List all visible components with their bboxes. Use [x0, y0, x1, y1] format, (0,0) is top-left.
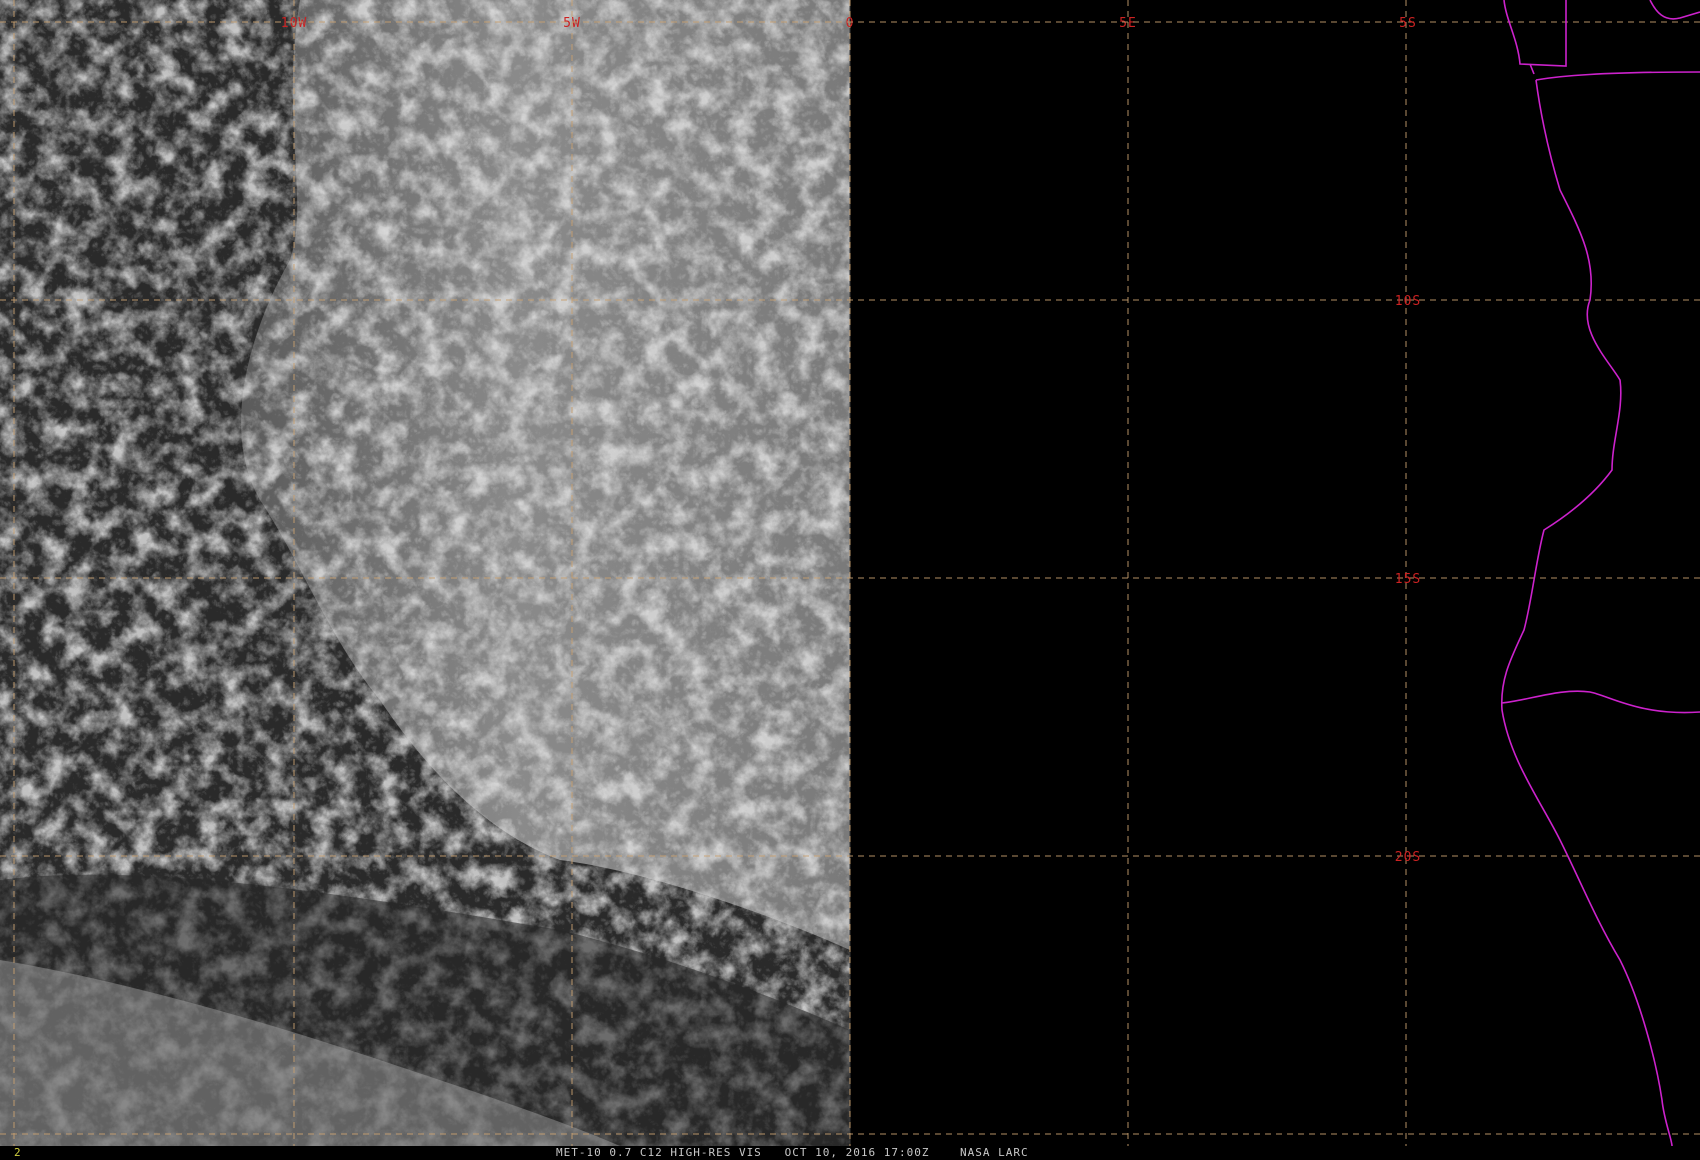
latitude-label: 20S [1395, 850, 1421, 865]
border-congo-drc [1503, 0, 1567, 67]
frame-number: 2 [14, 1146, 21, 1159]
latitude-label: 10S [1395, 294, 1421, 309]
image-caption: MET-10 0.7 C12 HIGH-RES VIS OCT 10, 2016… [556, 1146, 1029, 1159]
boundaries [1500, 0, 1700, 1147]
longitude-label: 5W [563, 16, 581, 31]
cloud-imagery [0, 0, 850, 1146]
latitude-label: 5S [1399, 16, 1417, 31]
border-cabinda [1529, 63, 1535, 75]
border-drc-angola [1535, 71, 1700, 81]
latitude-label: 15S [1395, 572, 1421, 587]
map-canvas: 10W 5W 0 5E 5S 10S 15S 20S [0, 0, 1700, 1147]
border-northeast [1649, 0, 1700, 20]
caption-bar: 2 MET-10 0.7 C12 HIGH-RES VIS OCT 10, 20… [0, 1146, 1700, 1160]
longitude-label: 10W [281, 16, 307, 31]
longitude-label: 5E [1119, 16, 1137, 31]
border-angola-namibia [1501, 690, 1700, 714]
africa-coastline [1500, 79, 1673, 1147]
satellite-map: 10W 5W 0 5E 5S 10S 15S 20S 2 MET-10 0.7 C12 HIG… [0, 0, 1700, 1160]
longitude-label: 0 [846, 16, 855, 31]
